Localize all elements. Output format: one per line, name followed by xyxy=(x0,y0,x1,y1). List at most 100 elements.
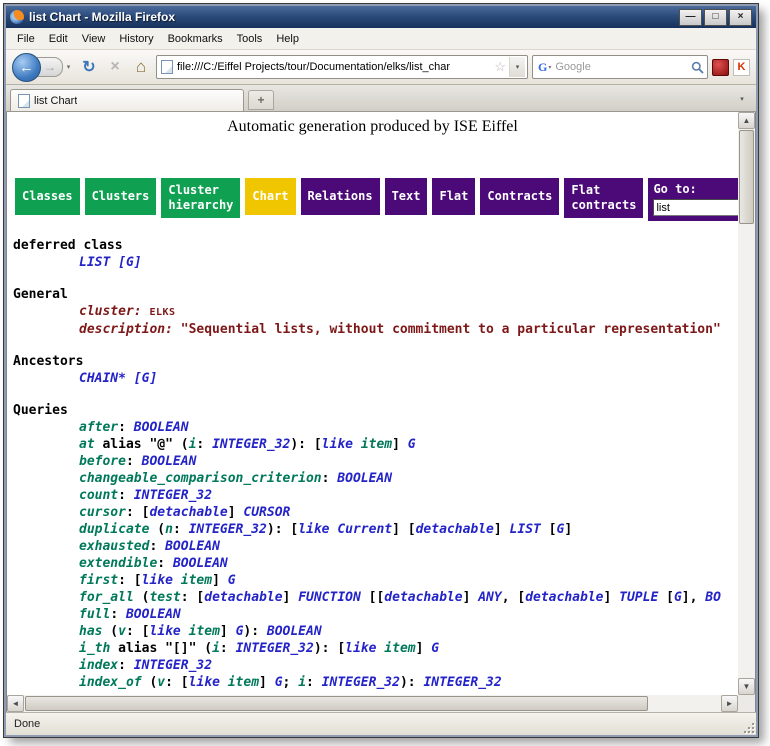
doc-button-label: Chart xyxy=(252,189,288,204)
code-segment: like xyxy=(149,624,180,639)
code-segment: : xyxy=(322,471,338,486)
code-segment: item xyxy=(189,624,220,639)
menu-bookmarks[interactable]: Bookmarks xyxy=(161,30,230,48)
resize-grip[interactable] xyxy=(742,721,755,734)
window-controls: — □ × xyxy=(679,9,752,26)
search-engine-dropdown[interactable]: ▾ xyxy=(548,64,551,71)
tab-bar: list Chart + ▾ xyxy=(6,85,756,112)
code-segment: cursor xyxy=(79,505,126,520)
extension-icon-red[interactable] xyxy=(712,59,729,76)
home-button[interactable]: ⌂ xyxy=(130,56,152,78)
code-segment: INTEGER_32 xyxy=(189,522,267,537)
code-segment: like xyxy=(322,437,353,452)
code-segment: : xyxy=(220,641,236,656)
code-segment: "Sequential lists, without commitment to… xyxy=(181,322,721,337)
search-magnifier-icon[interactable] xyxy=(691,61,704,74)
code-segment: like xyxy=(142,573,173,588)
title-bar[interactable]: list Chart - Mozilla Firefox — □ × xyxy=(6,6,756,28)
code-line: after: BOOLEAN xyxy=(7,419,738,436)
code-segment: at xyxy=(79,437,95,452)
code-segment: for_all xyxy=(79,590,134,605)
code-segment: ELKS xyxy=(149,307,175,318)
scroll-up-button[interactable]: ▲ xyxy=(738,112,755,129)
code-segment: : xyxy=(306,675,322,690)
doc-button-label: hierarchy xyxy=(168,198,233,213)
code-segment: ): xyxy=(243,624,266,639)
history-dropdown[interactable]: ▾ xyxy=(63,58,74,76)
menu-view[interactable]: View xyxy=(75,30,113,48)
bookmark-star-icon[interactable]: ☆ xyxy=(494,59,506,75)
section-header: General xyxy=(7,286,738,303)
code-segment: like xyxy=(298,522,329,537)
code-segment: [ xyxy=(658,590,674,605)
goto-block: Go to: xyxy=(648,178,738,221)
url-dropdown-button[interactable]: ▾ xyxy=(509,57,525,77)
extension-icon-k[interactable]: K xyxy=(733,59,750,76)
doc-button-flat[interactable]: Flat xyxy=(432,178,475,215)
search-input[interactable]: Google xyxy=(555,61,691,73)
maximize-button[interactable]: □ xyxy=(704,9,727,26)
code-segment: : xyxy=(118,420,134,435)
code-segment: after xyxy=(79,420,118,435)
code-segment: Current xyxy=(337,522,392,537)
code-segment: : xyxy=(149,539,165,554)
close-button[interactable]: × xyxy=(729,9,752,26)
code-segment: BOOLEAN xyxy=(134,420,189,435)
code-segment: item xyxy=(361,437,392,452)
code-segment: changeable_comparison_criterion xyxy=(79,471,322,486)
doc-button-contracts[interactable]: Contracts xyxy=(480,178,559,215)
code-segment: ], xyxy=(682,590,705,605)
vertical-scrollbar[interactable]: ▲ ▼ xyxy=(738,112,755,695)
goto-label: Go to: xyxy=(653,182,738,197)
url-bar[interactable]: file:///C:/Eiffel Projects/tour/Document… xyxy=(156,55,528,79)
section-header: Queries xyxy=(7,402,738,419)
code-segment xyxy=(181,624,189,639)
code-segment: first xyxy=(79,573,118,588)
code-segment: BOOLEAN xyxy=(126,607,181,622)
list-all-tabs-button[interactable]: ▾ xyxy=(732,89,752,109)
stop-button[interactable]: × xyxy=(104,56,126,78)
code-segment: : [ xyxy=(118,573,141,588)
menu-file[interactable]: File xyxy=(10,30,42,48)
scroll-down-button[interactable]: ▼ xyxy=(738,678,755,695)
menu-help[interactable]: Help xyxy=(269,30,306,48)
url-text[interactable]: file:///C:/Eiffel Projects/tour/Document… xyxy=(177,61,491,73)
doc-button-flat-contracts[interactable]: Flatcontracts xyxy=(564,178,643,218)
code-segment: v xyxy=(157,675,165,690)
menu-history[interactable]: History xyxy=(112,30,160,48)
section-header: Ancestors xyxy=(7,353,738,370)
vertical-scroll-thumb[interactable] xyxy=(739,130,754,224)
refresh-button[interactable]: ↻ xyxy=(78,56,100,78)
search-bar[interactable]: G ▾ Google xyxy=(532,55,708,79)
tab-list-chart[interactable]: list Chart xyxy=(10,89,244,111)
menu-tools[interactable]: Tools xyxy=(230,30,270,48)
scroll-left-button[interactable]: ◄ xyxy=(7,695,24,712)
horizontal-scroll-thumb[interactable] xyxy=(25,696,648,711)
code-segment: ] xyxy=(212,573,228,588)
doc-button-text[interactable]: Text xyxy=(385,178,428,215)
new-tab-button[interactable]: + xyxy=(248,90,274,110)
code-line: index_of (v: [like item] G; i: INTEGER_3… xyxy=(7,674,738,691)
menu-bar: FileEditViewHistoryBookmarksToolsHelp xyxy=(6,28,756,50)
back-button[interactable]: ← xyxy=(12,53,41,82)
code-segment: INTEGER_32 xyxy=(134,488,212,503)
doc-button-cluster-hierarchy[interactable]: Clusterhierarchy xyxy=(161,178,240,218)
scroll-right-button[interactable]: ► xyxy=(721,695,738,712)
code-segment: G xyxy=(275,675,283,690)
doc-button-chart[interactable]: Chart xyxy=(245,178,295,215)
code-segment: INTEGER_32 xyxy=(134,658,212,673)
code-segment: full xyxy=(79,607,110,622)
code-segment xyxy=(353,437,361,452)
code-segment: ] [ xyxy=(392,522,415,537)
code-line: description: "Sequential lists, without … xyxy=(7,321,738,338)
doc-button-clusters[interactable]: Clusters xyxy=(85,178,157,215)
goto-input[interactable] xyxy=(653,199,738,216)
doc-button-classes[interactable]: Classes xyxy=(15,178,80,215)
menu-edit[interactable]: Edit xyxy=(42,30,75,48)
code-segment: G xyxy=(431,641,439,656)
doc-button-relations[interactable]: Relations xyxy=(301,178,380,215)
code-segment: CURSOR xyxy=(243,505,290,520)
code-line: has (v: [like item] G): BOOLEAN xyxy=(7,623,738,640)
minimize-button[interactable]: — xyxy=(679,9,702,26)
horizontal-scrollbar[interactable]: ◄ ► xyxy=(7,695,738,712)
